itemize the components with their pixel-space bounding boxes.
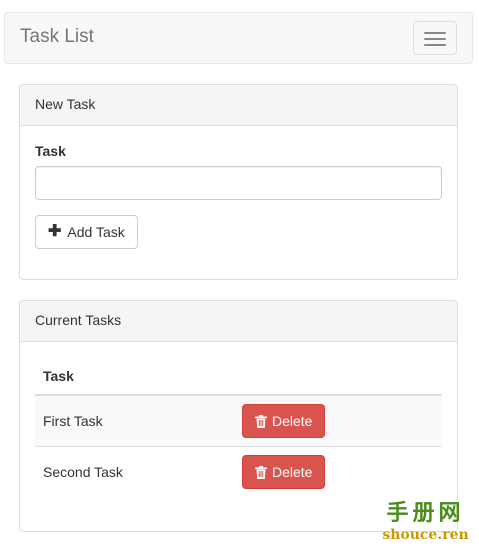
delete-button-label: Delete bbox=[272, 464, 313, 481]
trash-icon bbox=[255, 465, 267, 479]
plus-icon: ✚ bbox=[48, 223, 62, 240]
task-actions-cell: Delete bbox=[234, 394, 442, 447]
watermark-title: 手册网 bbox=[386, 500, 465, 526]
hamburger-menu-icon bbox=[424, 38, 446, 40]
new-task-panel: New Task Task ✚ Add Task bbox=[19, 84, 458, 280]
watermark-domain: shouce.ren bbox=[382, 527, 469, 543]
table-row: First Task Delete bbox=[35, 394, 442, 447]
hamburger-menu-icon bbox=[424, 32, 446, 34]
task-name-cell: Second Task bbox=[35, 446, 234, 498]
tasks-table-header-row: Task bbox=[35, 358, 442, 396]
current-tasks-panel: Current Tasks Task First Task Delete Sec… bbox=[19, 300, 458, 532]
new-task-panel-heading: New Task bbox=[20, 85, 457, 126]
delete-task-button[interactable]: Delete bbox=[242, 455, 326, 490]
actions-column-header bbox=[234, 358, 442, 396]
navbar-toggle-button[interactable] bbox=[413, 21, 457, 55]
delete-button-label: Delete bbox=[272, 413, 313, 429]
task-actions-cell: Delete bbox=[234, 446, 442, 498]
task-name-input[interactable] bbox=[35, 166, 442, 200]
hamburger-menu-icon bbox=[424, 44, 446, 46]
tasks-table: Task First Task Delete Second Task Delet… bbox=[35, 358, 442, 498]
task-field-label: Task bbox=[35, 143, 66, 159]
delete-task-button[interactable]: Delete bbox=[242, 404, 326, 438]
watermark: 手册网 shouce.ren bbox=[372, 500, 479, 550]
add-task-button[interactable]: ✚ Add Task bbox=[35, 215, 138, 249]
navbar-brand[interactable]: Task List bbox=[20, 26, 94, 48]
add-task-button-label: Add Task bbox=[67, 224, 125, 240]
table-row: Second Task Delete bbox=[35, 446, 442, 498]
task-column-header: Task bbox=[35, 358, 234, 396]
current-tasks-panel-heading: Current Tasks bbox=[20, 301, 457, 342]
task-name-cell: First Task bbox=[35, 394, 234, 447]
trash-icon bbox=[255, 414, 267, 428]
navbar: Task List bbox=[4, 12, 473, 64]
